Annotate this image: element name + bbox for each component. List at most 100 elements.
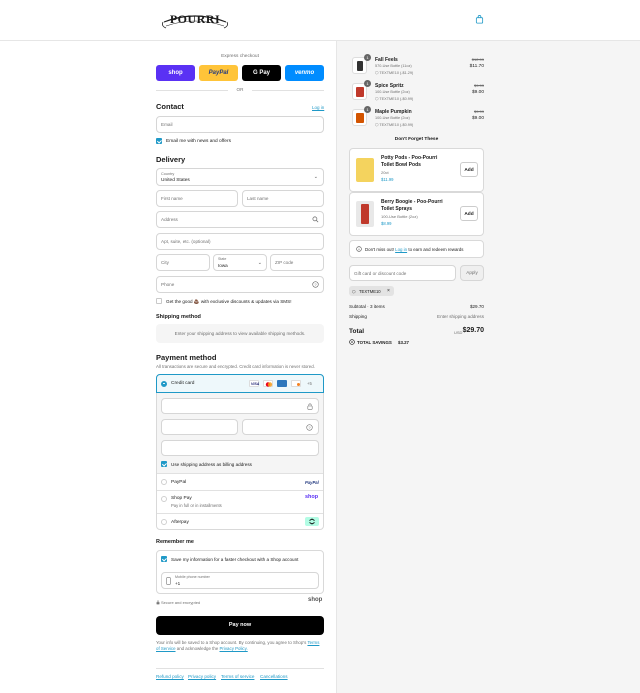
remember-me-heading: Remember me bbox=[156, 539, 194, 545]
upsell-variant: 20ct bbox=[381, 170, 389, 175]
upsell-name-line2: Toilet Sprays bbox=[381, 206, 413, 212]
subtotal-label: Subtotal · 3 items bbox=[349, 304, 385, 309]
paypal-radio[interactable] bbox=[161, 479, 167, 485]
divider bbox=[157, 513, 323, 514]
expiration-input[interactable] bbox=[161, 419, 238, 435]
add-upsell-button[interactable]: Add bbox=[460, 162, 478, 177]
lock-icon bbox=[307, 403, 313, 412]
legal-text: Your info will be saved to a Shop accoun… bbox=[156, 640, 324, 653]
apply-button[interactable]: Apply bbox=[460, 265, 484, 281]
legal-text-1: Your info will be saved to a Shop accoun… bbox=[156, 640, 307, 645]
item-name: Spice Spritz bbox=[375, 83, 404, 89]
item-variant: 100-Use Bottle (2oz) bbox=[375, 116, 410, 120]
discount-placeholder: Gift card or discount code bbox=[354, 270, 407, 276]
upsell-card: Berry Boogie - Poo-Pourri Toilet Sprays … bbox=[349, 192, 484, 236]
secure-label: Secure and encrypted bbox=[161, 600, 201, 605]
newsletter-checkbox[interactable] bbox=[156, 138, 162, 144]
upsell-price: $8.99 bbox=[381, 221, 392, 226]
total-value: $29.70 bbox=[462, 327, 484, 334]
item-old-price: $12.99 bbox=[471, 57, 484, 62]
zip-placeholder: ZIP code bbox=[275, 260, 294, 265]
savings-tag-icon bbox=[349, 339, 355, 347]
refund-policy-link[interactable]: Refund policy bbox=[156, 674, 184, 679]
country-value: United States bbox=[161, 177, 190, 183]
upsell-name: Potty Pods - Poo-Pourri bbox=[381, 155, 438, 161]
cart-bag-icon[interactable] bbox=[475, 15, 484, 24]
card-number-input[interactable] bbox=[161, 398, 319, 414]
item-price: $9.00 bbox=[471, 116, 484, 121]
chevron-down-icon: ⌄ bbox=[257, 259, 262, 266]
rewards-text-pre: Don't miss out! bbox=[365, 247, 394, 252]
mobile-phone-input[interactable]: Mobile phone number +1 bbox=[161, 572, 319, 589]
item-price: $11.70 bbox=[469, 64, 484, 69]
bottle-image bbox=[356, 113, 364, 123]
divider bbox=[157, 473, 323, 474]
afterpay-radio[interactable] bbox=[161, 519, 167, 525]
product-image bbox=[356, 158, 374, 182]
bottle-image bbox=[357, 61, 363, 71]
shipping-value: Enter shipping address bbox=[437, 314, 484, 319]
address-placeholder: Address bbox=[161, 217, 178, 222]
delivery-heading: Delivery bbox=[156, 155, 186, 164]
address-input[interactable]: Address bbox=[156, 211, 324, 228]
brand-logo[interactable]: POURRI bbox=[160, 8, 230, 34]
email-input[interactable]: Email bbox=[156, 116, 324, 133]
more-cards-badge: +5 bbox=[307, 381, 312, 386]
first-name-input[interactable]: First name bbox=[156, 190, 238, 207]
newsletter-label: Email me with news and offers bbox=[166, 138, 231, 144]
rewards-text: Don't miss out! Log in to earn and redee… bbox=[365, 247, 464, 252]
zip-input[interactable]: ZIP code bbox=[270, 254, 324, 271]
cart-item: 1 Fall Feels 570-Use Bottle (11oz) ⬡ TEX… bbox=[349, 54, 484, 79]
logo-text: POURRI bbox=[169, 12, 221, 26]
shop-pay-express-button[interactable]: shop bbox=[156, 65, 195, 81]
paypal-express-button[interactable]: PayPal bbox=[199, 65, 238, 81]
name-on-card-input[interactable] bbox=[161, 440, 319, 456]
last-name-input[interactable]: Last name bbox=[242, 190, 324, 207]
discount-code-input[interactable]: Gift card or discount code bbox=[349, 265, 456, 281]
shop-privacy-link[interactable]: Privacy Policy. bbox=[220, 646, 248, 651]
city-input[interactable]: City bbox=[156, 254, 210, 271]
billing-same-checkbox[interactable] bbox=[161, 461, 167, 467]
save-info-checkbox[interactable] bbox=[161, 556, 167, 562]
or-separator: OR bbox=[236, 87, 244, 92]
security-code-input[interactable]: ? bbox=[242, 419, 319, 435]
upsell-price: $11.99 bbox=[381, 177, 394, 182]
bottle-image bbox=[361, 204, 369, 224]
terms-of-service-link[interactable]: Terms of service bbox=[221, 674, 254, 679]
venmo-express-button[interactable]: venmo bbox=[285, 65, 324, 81]
mobile-label: Mobile phone number bbox=[175, 575, 210, 579]
add-upsell-button[interactable]: Add bbox=[460, 206, 478, 221]
help-icon[interactable]: ? bbox=[312, 281, 319, 290]
quantity-badge: 1 bbox=[364, 80, 371, 87]
apartment-input[interactable]: Apt, suite, etc. (optional) bbox=[156, 233, 324, 250]
paypal-logo: PayPal bbox=[305, 480, 319, 485]
divider bbox=[156, 668, 324, 669]
item-variant: 100-Use Bottle (2oz) bbox=[375, 90, 410, 94]
upsell-name: Berry Boogie - Poo-Pourri bbox=[381, 199, 443, 205]
state-label: State bbox=[218, 257, 227, 261]
search-icon bbox=[312, 216, 319, 225]
savings-label: TOTAL SAVINGS bbox=[357, 340, 392, 345]
cart-item: 1 Maple Pumpkin 100-Use Bottle (2oz) ⬡ T… bbox=[349, 106, 484, 131]
shipping-method-notice: Enter your shipping address to view avai… bbox=[156, 324, 324, 343]
subtotal-value: $29.70 bbox=[469, 304, 484, 309]
help-icon[interactable]: ? bbox=[306, 424, 313, 433]
credit-card-radio[interactable] bbox=[161, 380, 167, 387]
cart-item: 1 Spice Spritz 100-Use Bottle (2oz) ⬡ TE… bbox=[349, 80, 484, 105]
phone-input[interactable]: Phone ? bbox=[156, 276, 324, 293]
mobile-value: +1 bbox=[175, 581, 181, 586]
privacy-policy-link[interactable]: Privacy policy bbox=[188, 674, 216, 679]
rewards-login-link[interactable]: Log in bbox=[395, 247, 407, 252]
cancellations-link[interactable]: Cancellations bbox=[260, 674, 288, 679]
country-label: Country bbox=[161, 171, 175, 176]
close-icon[interactable]: × bbox=[387, 288, 390, 294]
login-link[interactable]: Log in bbox=[312, 105, 324, 110]
gpay-express-button[interactable]: G Pay bbox=[242, 65, 281, 81]
state-select[interactable]: State Iowa ⌄ bbox=[213, 254, 267, 271]
country-select[interactable]: Country United States ⌄ bbox=[156, 168, 324, 186]
divider bbox=[156, 90, 228, 91]
pay-now-button[interactable]: Pay now bbox=[156, 616, 324, 635]
shop-pay-radio[interactable] bbox=[161, 496, 167, 502]
upsell-name-line2: Toilet Bowl Pods bbox=[381, 162, 421, 168]
sms-checkbox[interactable] bbox=[156, 298, 162, 304]
